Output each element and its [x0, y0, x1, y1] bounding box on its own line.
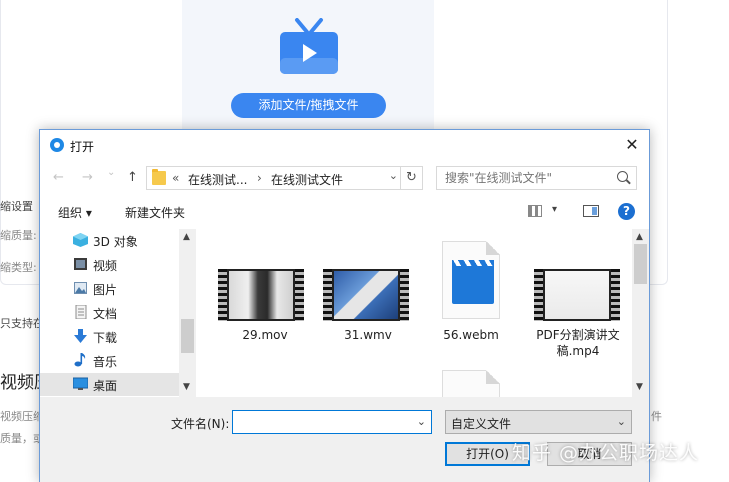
body-text-right: 件 — [651, 410, 662, 423]
tree-item-pictures[interactable]: 图片 — [40, 277, 179, 300]
help-icon[interactable]: ? — [618, 203, 635, 220]
music-folder-icon — [74, 353, 86, 367]
file-item-29-mov[interactable]: 29.mov — [215, 239, 315, 359]
body-text-line-2: 质量，或 — [0, 432, 44, 445]
3d-objects-icon — [73, 233, 88, 247]
video-thumbnail-icon — [218, 269, 304, 321]
tree-item-label: 图片 — [93, 283, 118, 297]
view-options-icon[interactable] — [528, 205, 542, 217]
downloads-folder-icon — [74, 329, 87, 343]
breadcrumb-parent[interactable]: 在线测试... — [188, 171, 247, 188]
documents-folder-icon — [75, 305, 87, 319]
address-dropdown-icon[interactable]: ⌄ — [389, 169, 398, 182]
video-folder-icon — [74, 258, 87, 270]
file-item-pdf-mp4[interactable]: PDF分割演讲文稿.mp4 — [522, 239, 632, 369]
body-text-line-1: 视频压缩 — [0, 410, 44, 423]
search-input[interactable] — [436, 166, 637, 190]
search-icon[interactable] — [617, 171, 628, 182]
breadcrumb-separator[interactable]: › — [257, 171, 262, 185]
dialog-titlebar[interactable]: 打开 ✕ — [40, 130, 649, 160]
dialog-toolbar: 组织 ▾ 新建文件夹 ▾ ? — [40, 200, 649, 224]
tree-item-desktop[interactable]: 桌面 — [40, 373, 179, 396]
scroll-up-arrow[interactable]: ▲ — [636, 232, 643, 242]
scroll-down-arrow[interactable]: ▼ — [183, 382, 190, 392]
compress-quality-label: 缩质量: — [0, 229, 37, 242]
scroll-down-arrow[interactable]: ▼ — [636, 382, 643, 392]
add-file-button[interactable]: 添加文件/拖拽文件 — [231, 93, 386, 118]
tree-item-label: 视频 — [93, 259, 118, 273]
partial-file-icon[interactable] — [442, 370, 500, 397]
new-folder-button[interactable]: 新建文件夹 — [125, 204, 185, 221]
video-thumbnail-icon — [323, 269, 409, 321]
file-name: 31.wmv — [344, 328, 392, 342]
organize-menu[interactable]: 组织 ▾ — [58, 204, 92, 221]
address-overflow-chevron[interactable]: « — [172, 171, 179, 185]
tree-item-music[interactable]: 音乐 — [40, 349, 179, 372]
tree-item-label: 桌面 — [93, 379, 118, 393]
file-type-select[interactable]: 自定义文件 ⌄ — [445, 410, 632, 434]
tree-item-label: 3D 对象 — [93, 235, 138, 249]
tree-scrollbar[interactable]: ▲ ▼ — [179, 229, 196, 397]
support-note-text: 只支持在 — [0, 317, 44, 330]
view-dropdown-icon[interactable]: ▾ — [552, 204, 557, 215]
filename-dropdown-icon[interactable]: ⌄ — [417, 415, 426, 428]
up-folder-icon[interactable]: ↑ — [127, 170, 138, 185]
tv-icon — [280, 18, 338, 74]
file-name: PDF分割演讲文稿.mp4 — [536, 328, 620, 358]
address-bar[interactable]: « 在线测试... › 在线测试文件 ⌄ ↻ — [146, 166, 423, 190]
scroll-thumb[interactable] — [634, 244, 647, 284]
file-type-value: 自定义文件 — [451, 417, 512, 431]
recent-locations-icon[interactable]: ⌄ — [107, 167, 115, 178]
tree-item-label: 下载 — [93, 331, 118, 345]
file-name: 29.mov — [242, 328, 288, 342]
video-thumbnail-icon — [534, 269, 620, 321]
forward-icon[interactable]: → — [82, 170, 93, 185]
file-type-dropdown-icon[interactable]: ⌄ — [617, 415, 626, 428]
tree-item-label: 音乐 — [93, 355, 118, 369]
file-name: 56.webm — [443, 328, 499, 342]
navigation-tree: 3D 对象 视频 图片 文档 下载 音乐 桌面 — [40, 229, 196, 397]
file-list: 29.mov 31.wmv 56.webm PDF分割演讲文稿.mp4 — [200, 229, 632, 397]
back-icon[interactable]: ← — [53, 170, 64, 185]
filename-input[interactable]: ⌄ — [232, 410, 432, 434]
tree-item-videos[interactable]: 视频 — [40, 253, 179, 276]
breadcrumb-current[interactable]: 在线测试文件 — [271, 171, 343, 188]
dialog-title: 打开 — [70, 140, 95, 154]
pictures-folder-icon — [74, 282, 87, 294]
compress-type-label: 缩类型: — [0, 261, 37, 274]
tree-item-label: 文档 — [93, 307, 118, 321]
compress-settings-label: 缩设置 — [0, 200, 33, 213]
refresh-icon[interactable]: ↻ — [400, 167, 422, 189]
tree-item-documents[interactable]: 文档 — [40, 301, 179, 324]
app-icon — [50, 138, 64, 152]
filename-label: 文件名(N): — [171, 417, 230, 431]
file-item-56-webm[interactable]: 56.webm — [421, 239, 521, 359]
tree-item-downloads[interactable]: 下载 — [40, 325, 179, 348]
file-list-scrollbar[interactable]: ▲ ▼ — [632, 229, 649, 397]
scroll-up-arrow[interactable]: ▲ — [183, 232, 190, 242]
navigation-bar: ← → ⌄ ↑ « 在线测试... › 在线测试文件 ⌄ ↻ — [40, 164, 649, 192]
tree-item-3d-objects[interactable]: 3D 对象 — [40, 229, 179, 252]
scroll-thumb[interactable] — [181, 319, 194, 353]
file-item-31-wmv[interactable]: 31.wmv — [318, 239, 418, 359]
watermark-text: 知乎 @办公职场达人 — [512, 442, 700, 464]
close-button[interactable]: ✕ — [623, 136, 641, 154]
desktop-folder-icon — [73, 377, 88, 390]
open-file-dialog: 打开 ✕ ← → ⌄ ↑ « 在线测试... › 在线测试文件 ⌄ ↻ 组织 ▾… — [39, 129, 650, 482]
preview-pane-icon[interactable] — [583, 205, 599, 217]
folder-icon — [152, 169, 166, 185]
video-file-icon — [442, 241, 500, 319]
